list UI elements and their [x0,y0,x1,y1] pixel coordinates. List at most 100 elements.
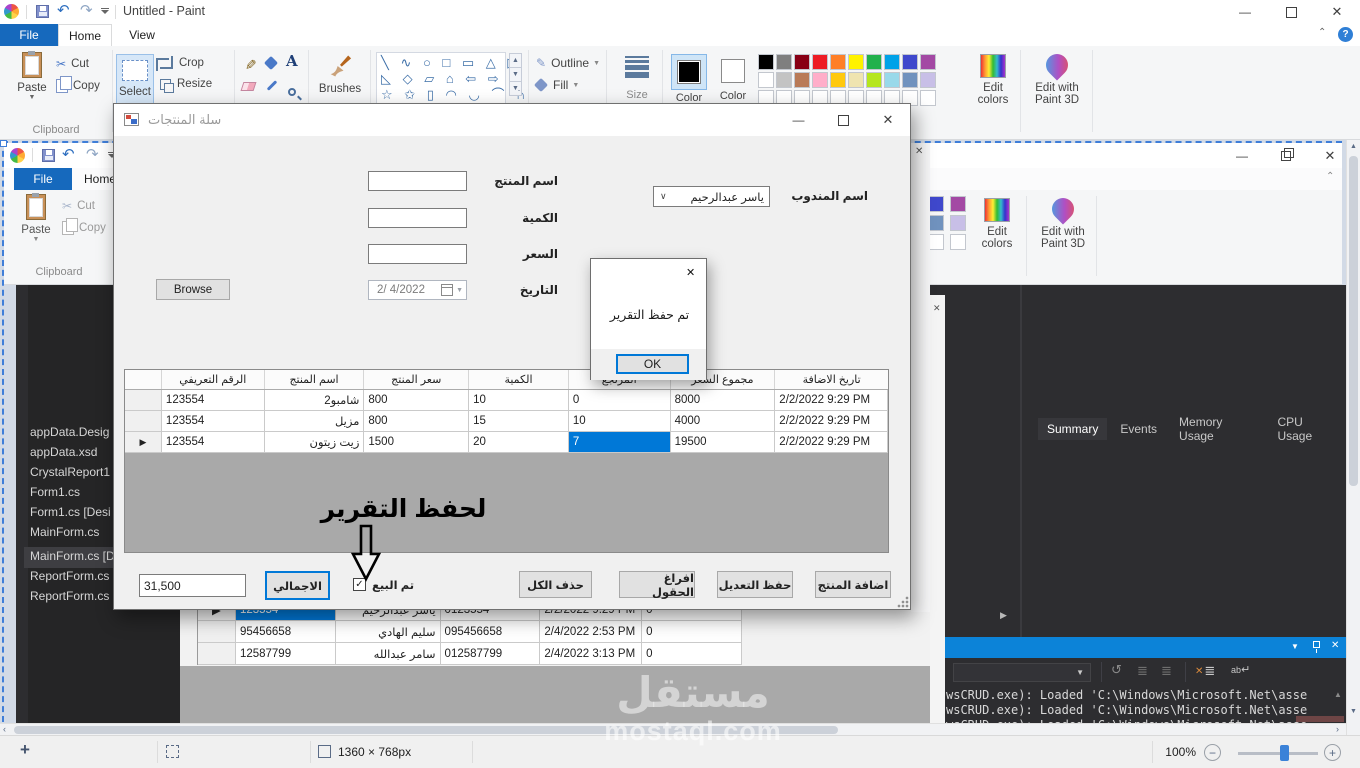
row-header[interactable] [125,411,162,431]
grid-cell[interactable]: 8000 [670,390,776,410]
shapes-scroll-down-icon[interactable]: ▼ [509,68,522,82]
vscroll-thumb[interactable] [1349,156,1358,486]
grid-cell[interactable]: 800 [364,411,470,431]
grid-header[interactable]: تاريخ الاضافة [775,370,888,389]
scroll-right-icon[interactable]: › [1336,724,1339,735]
size-dropdown[interactable]: Size [614,54,660,101]
paste-button[interactable]: Paste ▼ [12,51,52,122]
outline-dropdown[interactable]: ✎ Outline ▼ [536,56,600,70]
grid-cell[interactable]: 0 [568,390,671,410]
total-button[interactable]: الاجمالي [265,571,330,600]
selection-handle[interactable] [0,140,7,147]
grid-cell[interactable]: 2/2/2022 9:29 PM [775,411,888,431]
palette-swatch[interactable] [920,72,936,88]
grid-header[interactable]: اسم المنتج [264,370,365,389]
clear-fields-button[interactable]: افراغ الحقول [619,571,695,599]
palette-swatch[interactable] [830,72,846,88]
resize-button[interactable]: Resize [160,78,212,93]
grid-header[interactable]: سعر المنتج [364,370,470,389]
palette-swatch[interactable] [794,54,810,70]
palette-swatch[interactable] [902,54,918,70]
scroll-down-icon[interactable]: ▼ [1350,708,1357,715]
eraser-icon[interactable] [240,82,257,91]
dialog-close-button[interactable]: ✕ [866,104,910,136]
palette-swatch[interactable] [794,72,810,88]
minimize-button[interactable]: — [1222,0,1268,24]
grid-cell[interactable]: 4000 [670,411,776,431]
tab-file[interactable]: File [0,24,58,46]
zoom-out-button[interactable]: − [1204,744,1221,761]
vertical-scrollbar[interactable]: ▲ ▼ [1346,140,1360,735]
zoom-slider-thumb[interactable] [1280,745,1289,761]
zoom-in-button[interactable]: + [1324,744,1341,761]
zoom-slider-track[interactable] [1238,752,1318,755]
grid-cell[interactable]: 123554 [161,432,265,452]
grid-cell[interactable]: 15 [469,411,569,431]
date-picker[interactable]: 2/ 4/2022 ▼ [368,280,467,300]
edit-colors-button[interactable]: Edit colors [970,54,1016,106]
dialog-minimize-button[interactable]: — [776,104,821,136]
grid-cell[interactable]: 1500 [364,432,470,452]
help-icon[interactable]: ? [1338,27,1353,42]
fill-bucket-icon[interactable] [263,55,279,71]
palette-swatch[interactable] [758,54,774,70]
browse-button[interactable]: Browse [156,279,230,300]
row-header[interactable] [125,390,162,410]
grid-cell[interactable]: 123554 [161,411,265,431]
crop-button[interactable]: Crop [156,56,204,71]
palette-swatch[interactable] [812,54,828,70]
edit-with-paint3d-button[interactable]: Edit with Paint 3D [1026,49,1088,106]
product-name-input[interactable] [368,171,467,191]
maximize-button[interactable] [1268,0,1314,24]
palette-swatch[interactable] [776,72,792,88]
grid-cell[interactable]: 123554 [161,390,265,410]
magnifier-icon[interactable] [288,88,296,96]
shapes-scroll-up-icon[interactable]: ▲ [509,53,522,68]
grid-cell-selected[interactable]: 7 [568,432,671,452]
palette-swatch[interactable] [866,54,882,70]
qat-customize-icon[interactable] [101,8,109,14]
palette-swatch[interactable] [884,54,900,70]
undo-icon[interactable]: ↶ [57,1,70,19]
quantity-input[interactable] [368,208,467,228]
palette-swatch[interactable] [920,54,936,70]
grid-cell[interactable]: 800 [364,390,470,410]
grid-cell[interactable]: 2/2/2022 9:29 PM [775,432,888,452]
palette-swatch[interactable] [830,54,846,70]
add-product-button[interactable]: اضافة المنتج [815,571,891,598]
palette-swatch[interactable] [758,72,774,88]
fill-dropdown[interactable]: Fill ▼ [533,77,579,93]
shapes-more-icon[interactable]: ▼̱ [509,82,522,96]
pencil-icon[interactable]: ✎ [241,59,258,71]
grid-cell[interactable]: مزيل [264,411,365,431]
messagebox-close-icon[interactable]: ✕ [686,266,695,279]
scroll-up-icon[interactable]: ▲ [1350,143,1357,150]
save-edit-button[interactable]: حفظ التعديل [717,571,793,598]
tab-view[interactable]: View [118,24,166,46]
scroll-left-icon[interactable]: ‹ [3,724,6,735]
grid-cell[interactable]: 19500 [670,432,776,452]
rep-name-combobox[interactable]: ∨ ياسر عبدالرحيم [653,186,770,207]
grid-cell[interactable]: 10 [469,390,569,410]
tab-home[interactable]: Home [58,24,112,46]
grid-cell[interactable]: 10 [568,411,671,431]
ok-button[interactable]: OK [616,354,689,374]
text-tool-icon[interactable]: A [286,52,298,70]
delete-all-button[interactable]: حذف الكل [519,571,592,598]
grid-cell[interactable]: 20 [469,432,569,452]
current-row-marker[interactable]: ▶ [125,432,162,452]
color-picker-icon[interactable] [266,80,278,91]
dialog-maximize-button[interactable] [821,104,866,136]
palette-swatch[interactable] [866,72,882,88]
close-button[interactable]: ✕ [1314,0,1360,24]
redo-icon[interactable]: ↷ [80,1,93,19]
copy-button[interactable]: Copy [56,76,100,93]
grid-header[interactable]: الرقم التعريفي [161,370,265,389]
grid-header[interactable]: الكمية [469,370,569,389]
dialog-titlebar[interactable]: سلة المنتجات — ✕ [114,104,910,136]
total-value-input[interactable]: 31,500 [139,574,246,597]
palette-empty-slot[interactable] [920,90,936,106]
cut-button[interactable]: ✂ Cut [56,57,89,71]
grid-cell[interactable]: 2/2/2022 9:29 PM [775,390,888,410]
save-icon[interactable] [36,5,49,18]
